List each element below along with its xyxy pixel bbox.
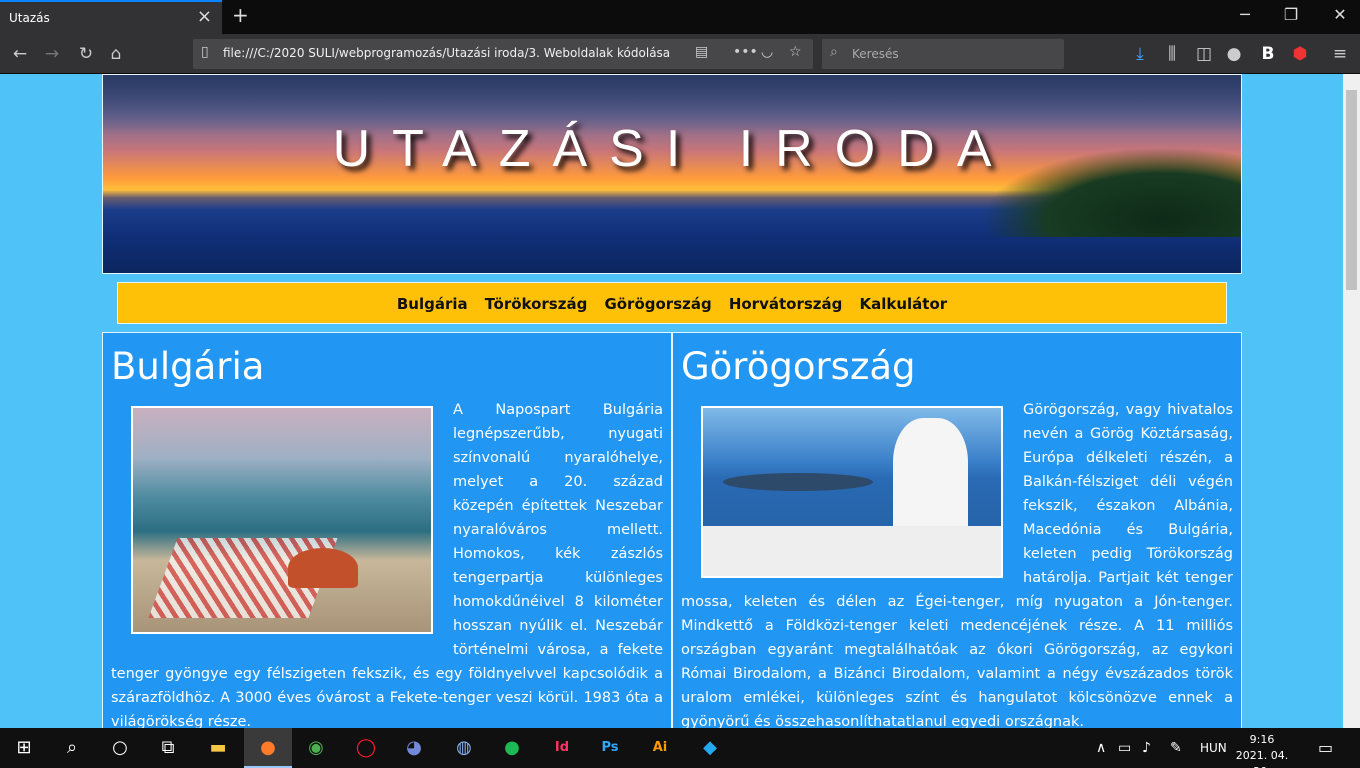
language-indicator[interactable]: HUN xyxy=(1200,728,1227,768)
illustrator-icon[interactable]: Ai xyxy=(636,728,684,768)
page-actions-icon[interactable]: ••• xyxy=(733,44,758,60)
tab-utazas[interactable]: Utazás × xyxy=(0,0,222,34)
tab-title: Utazás xyxy=(9,11,50,25)
download-icon[interactable]: ⤓ xyxy=(1128,42,1152,66)
header-banner: UTAZÁSI IRODA xyxy=(102,74,1242,274)
network-icon[interactable]: ▭ xyxy=(1118,728,1131,768)
start-windows-icon[interactable]: ⊞ xyxy=(0,728,48,768)
opera-icon[interactable]: ◯ xyxy=(342,728,390,768)
pen-icon[interactable]: ✎ xyxy=(1170,728,1182,768)
chrome-icon[interactable]: ◉ xyxy=(292,728,340,768)
main-menu: Bulgária Törökország Görögország Horváto… xyxy=(117,282,1227,324)
ublock-icon[interactable]: ⬢ xyxy=(1288,42,1312,66)
volume-icon[interactable]: ♪ xyxy=(1142,728,1151,768)
menu-icon[interactable]: ≡ xyxy=(1328,42,1352,66)
clock-date: 2021. 04. 20. xyxy=(1235,749,1289,768)
cortana-icon[interactable]: ○ xyxy=(96,728,144,768)
new-tab-icon[interactable]: + xyxy=(232,3,249,27)
white-terrace xyxy=(703,526,1001,576)
search-taskbar-icon[interactable]: ⌕ xyxy=(48,728,96,768)
bell-tower xyxy=(893,418,968,528)
menu-kalkulator[interactable]: Kalkulátor xyxy=(859,283,947,325)
gorogorszag-image xyxy=(701,406,1003,578)
minimize-icon[interactable]: ─ xyxy=(1230,5,1260,24)
task-view-icon[interactable]: ⧉ xyxy=(144,728,192,768)
beach-hut xyxy=(288,548,358,588)
vscode-icon[interactable]: ◆ xyxy=(686,728,734,768)
library-icon[interactable]: ⫼ xyxy=(1160,42,1184,66)
menu-gorogorszag[interactable]: Görögország xyxy=(604,283,711,325)
search-placeholder[interactable]: Keresés xyxy=(852,47,899,61)
site-title: UTAZÁSI IRODA xyxy=(332,120,1014,178)
url-text[interactable]: file:///C:/2020 SULI/webprogramozás/Utaz… xyxy=(223,46,673,60)
search-icon: ⌕ xyxy=(830,44,838,60)
santorini-photo xyxy=(703,408,1001,576)
scrollbar-thumb[interactable] xyxy=(1346,90,1357,290)
nav-toolbar: ← → ↻ ⌂ ▯ file:///C:/2020 SULI/webprogra… xyxy=(0,34,1360,74)
reader-view-icon[interactable]: ▤ xyxy=(695,44,708,60)
page-icon: ▯ xyxy=(201,44,209,60)
close-tab-icon[interactable]: × xyxy=(197,6,212,27)
clock-time: 9:16 xyxy=(1249,733,1275,746)
firefox-icon[interactable]: ● xyxy=(244,728,292,768)
sidebar-icon[interactable]: ◫ xyxy=(1192,42,1216,66)
forward-icon[interactable]: → xyxy=(40,42,64,66)
clock[interactable]: 9:16 2021. 04. 20. xyxy=(1232,732,1292,768)
gorogorszag-paragraph: Görögország, vagy hivatalos nevén a Görö… xyxy=(681,398,1233,728)
bookmark-star-icon[interactable]: ☆ xyxy=(789,44,802,60)
file-explorer-icon[interactable]: ▬ xyxy=(194,728,242,768)
gorogorszag-section: Görögország Görögország, vagy hivatalos … xyxy=(672,332,1242,728)
notifications-icon[interactable]: ▭ xyxy=(1318,728,1333,768)
indesign-icon[interactable]: Id xyxy=(538,728,586,768)
tab-bar: Utazás × + ─ ❐ ✕ xyxy=(0,0,1360,34)
close-window-icon[interactable]: ✕ xyxy=(1325,5,1355,24)
discord-icon[interactable]: ◕ xyxy=(390,728,438,768)
maximize-icon[interactable]: ❐ xyxy=(1276,5,1306,24)
home-icon[interactable]: ⌂ xyxy=(104,42,128,66)
pocket-icon[interactable]: ◡ xyxy=(761,44,773,60)
photoshop-icon[interactable]: Ps xyxy=(586,728,634,768)
extension-b-icon[interactable]: B xyxy=(1256,42,1280,66)
web-page: UTAZÁSI IRODA Bulgária Törökország Görög… xyxy=(0,74,1343,728)
bulgaria-paragraph: A Napospart Bulgária legnépszerűbb, nyug… xyxy=(111,398,663,728)
taskbar: ⊞ ⌕ ○ ⧉ ▬ ● ◉ ◯ ◕ ◍ ● Id Ps Ai ◆ ∧ ▭ ♪ ✎… xyxy=(0,728,1360,768)
app-circle-icon[interactable]: ◍ xyxy=(440,728,488,768)
search-box[interactable]: ⌕ Keresés xyxy=(822,39,1064,69)
gorogorszag-heading: Görögország xyxy=(681,345,916,388)
tray-arrow-icon[interactable]: ∧ xyxy=(1096,728,1106,768)
url-bar[interactable]: ▯ file:///C:/2020 SULI/webprogramozás/Ut… xyxy=(193,39,813,69)
distant-island xyxy=(723,473,873,491)
menu-torokorszag[interactable]: Törökország xyxy=(485,283,588,325)
menu-horvatorszag[interactable]: Horvátország xyxy=(729,283,843,325)
menu-bulgaria[interactable]: Bulgária xyxy=(397,283,468,325)
back-icon[interactable]: ← xyxy=(8,42,32,66)
beach-photo xyxy=(133,408,431,632)
reload-icon[interactable]: ↻ xyxy=(74,42,98,66)
bulgaria-section: Bulgária A Napospart Bulgária legnépszer… xyxy=(102,332,672,728)
bulgaria-heading: Bulgária xyxy=(111,345,265,388)
account-icon[interactable]: ● xyxy=(1222,42,1246,66)
spotify-icon[interactable]: ● xyxy=(488,728,536,768)
bulgaria-image xyxy=(131,406,433,634)
